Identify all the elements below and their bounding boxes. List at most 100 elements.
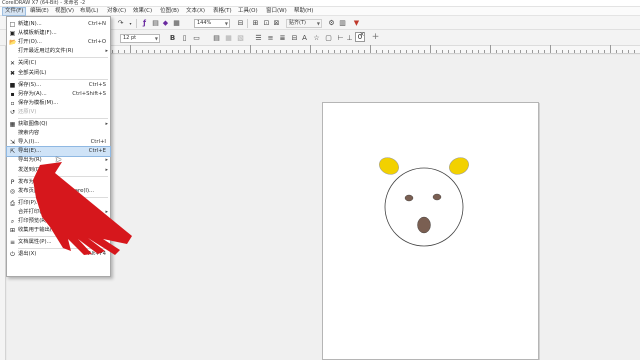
ruler-tick [130, 45, 131, 53]
ruler-tick [292, 50, 293, 53]
drop-cap-icon[interactable]: ≣ [278, 34, 287, 43]
dynamic-guides-icon[interactable]: ⚙ [327, 19, 336, 28]
ruler-tick [322, 50, 323, 53]
menu-item-1[interactable]: ▣ 从模板新建(F)... [7, 29, 110, 38]
menu-item-5[interactable]: ✕ 关闭(C) [7, 59, 110, 68]
text-properties-icon[interactable]: ⊟ [290, 34, 299, 43]
menu-item-23[interactable]: ⎙ 打印(P)... [7, 199, 110, 208]
menu-item-label: 导出(E)... [18, 148, 42, 155]
menu-item-26[interactable]: ⊞ 收集用于输出(U)... [7, 226, 110, 235]
align-left-icon[interactable]: ▤ [212, 34, 221, 43]
ruler-tick [142, 50, 143, 53]
snap-to-dropdown[interactable]: 贴齐(T) ▼ [286, 19, 322, 28]
menu-item-21[interactable]: ◎ 发布页面到 ConceptShare(I)... [7, 187, 110, 196]
menu-item-13[interactable]: ▦ 获取图像(Q) ▸ [7, 120, 110, 129]
ruler-tick [310, 45, 311, 53]
close-icon[interactable]: × [358, 31, 366, 39]
menu-item-20[interactable]: P 发布为 PDF(H)... [7, 178, 110, 187]
menu-window[interactable]: 窗口(W) [266, 7, 287, 16]
menu-edit[interactable]: 编辑(E) [30, 7, 49, 16]
menu-item-label: 发送到(D) [18, 166, 43, 173]
ruler-tick [250, 45, 251, 53]
menu-item-label: 新建(N)... [18, 21, 42, 27]
menu-effects[interactable]: 效果(C) [133, 7, 152, 16]
new-from-template-icon: ▣ [9, 30, 16, 38]
numbered-list-icon[interactable]: ≡ [266, 34, 275, 43]
menu-item-6[interactable]: ✖ 全部关闭(L) [7, 69, 110, 78]
corel-connect-icon[interactable]: ƒ [140, 19, 149, 28]
menu-item-label: 从模板新建(F)... [18, 30, 57, 37]
bold-icon[interactable]: B [168, 34, 177, 43]
ruler-tick [280, 50, 281, 53]
ruler-tick [196, 50, 197, 53]
left-ear [379, 157, 399, 175]
menu-item-2[interactable]: 📂 打开(O)... Ctrl+O [7, 38, 110, 47]
menu-layout[interactable]: 布局(L) [80, 7, 98, 16]
menu-item-30[interactable]: ⏻ 退出(X) Alt+F4 [7, 250, 110, 259]
ruler-tick [412, 50, 413, 53]
menu-item-label: 文档属性(P)... [18, 239, 52, 246]
ruler-tick [202, 50, 203, 53]
character-format-icon[interactable]: A [300, 34, 309, 43]
full-screen-preview-icon[interactable]: ▦ [172, 19, 181, 28]
menu-item-label: 退出(X) [18, 251, 37, 258]
welcome-screen-icon[interactable]: ◆ [161, 19, 170, 28]
menu-tools[interactable]: 工具(O) [238, 7, 258, 16]
menu-item-14[interactable]: 搜索内容 [7, 129, 110, 138]
print-preview-icon: ⌕ [10, 218, 15, 225]
menu-item-15[interactable]: ⇲ 导入(I)... Ctrl+I [7, 138, 110, 147]
ruler-tick [226, 50, 227, 53]
align-center-icon[interactable]: ▦ [224, 34, 233, 43]
submenu-arrow-icon: ▸ [105, 48, 108, 55]
menu-item-0[interactable]: □ 新建(N)... Ctrl+N [7, 20, 110, 29]
zoom-level-combo[interactable]: 144% ▼ [194, 19, 230, 28]
ruler-tick [232, 50, 233, 53]
menu-item-label: 打印预览(R)... [18, 218, 53, 224]
window-title: CorelDRAW X7 (64-Bit) - 未命名 -2 [2, 0, 86, 6]
menu-help[interactable]: 帮助(H) [294, 7, 313, 16]
add-tab-icon[interactable]: + [371, 33, 380, 42]
ruler-tick [454, 50, 455, 53]
horizontal-text-icon[interactable]: ⊢ [336, 34, 345, 43]
menu-item-10[interactable]: ▫ 保存为模板(M)... [7, 99, 110, 108]
menu-item-shortcut: Alt+F4 [87, 251, 106, 258]
menu-item-3[interactable]: 打开最近用过的文件(R) ▸ [7, 47, 110, 56]
application-launcher-icon[interactable]: ▤ [151, 19, 160, 28]
redo-dropdown-icon[interactable]: ▾ [126, 19, 135, 28]
align-right-icon[interactable]: ▧ [236, 34, 245, 43]
publish-web-icon: ◎ [9, 187, 16, 195]
vertical-text-icon[interactable]: ⊥ [345, 34, 354, 43]
menu-item-28[interactable]: ≡ 文档属性(P)... [7, 238, 110, 247]
snap-icon[interactable]: ⊠ [272, 19, 281, 28]
menu-table[interactable]: 表格(T) [213, 7, 232, 16]
ruler-tick [364, 50, 365, 53]
ruler-tick [160, 50, 161, 53]
menu-text[interactable]: 文本(X) [186, 7, 205, 16]
menu-item-11[interactable]: ↺ 还原(V) [7, 108, 110, 117]
rulers-icon[interactable]: ⊟ [236, 19, 245, 28]
redo-icon[interactable]: ↷ [116, 19, 125, 28]
document-page[interactable] [322, 102, 539, 360]
underline-icon[interactable]: ▭ [192, 34, 201, 43]
menu-item-8[interactable]: ■ 保存(S)... Ctrl+S [7, 81, 110, 90]
text-frame-icon[interactable]: ▢ [324, 34, 333, 43]
menu-item-9[interactable]: ▪ 另存为(A)... Ctrl+Shift+S [7, 90, 110, 99]
menu-bitmaps[interactable]: 位图(B) [160, 7, 179, 16]
options-icon[interactable]: ▼ [352, 19, 361, 28]
menu-item-shortcut: Ctrl+O [87, 39, 106, 46]
menu-view[interactable]: 视图(V) [55, 7, 74, 16]
collect-output-icon: ⊞ [9, 227, 16, 235]
font-size-combo[interactable]: 12 pt ▼ [120, 34, 160, 43]
menu-object[interactable]: 对象(C) [107, 7, 126, 16]
italic-icon[interactable]: ▯ [180, 34, 189, 43]
star-icon[interactable]: ☆ [312, 34, 321, 43]
menu-item-25[interactable]: ⌕ 打印预览(R)... [7, 217, 110, 226]
menu-item-18[interactable]: 发送到(D) ▸ [7, 166, 110, 175]
menu-file[interactable]: 文件(F) [2, 7, 27, 16]
menu-item-24[interactable]: 合并打印(G) ▸ [7, 208, 110, 217]
align-guides-icon[interactable]: ▥ [338, 19, 347, 28]
grid-icon[interactable]: ⊞ [251, 19, 260, 28]
save-icon: ■ [9, 81, 16, 89]
guidelines-icon[interactable]: ⊡ [262, 19, 271, 28]
bullet-list-icon[interactable]: ☰ [254, 34, 263, 43]
